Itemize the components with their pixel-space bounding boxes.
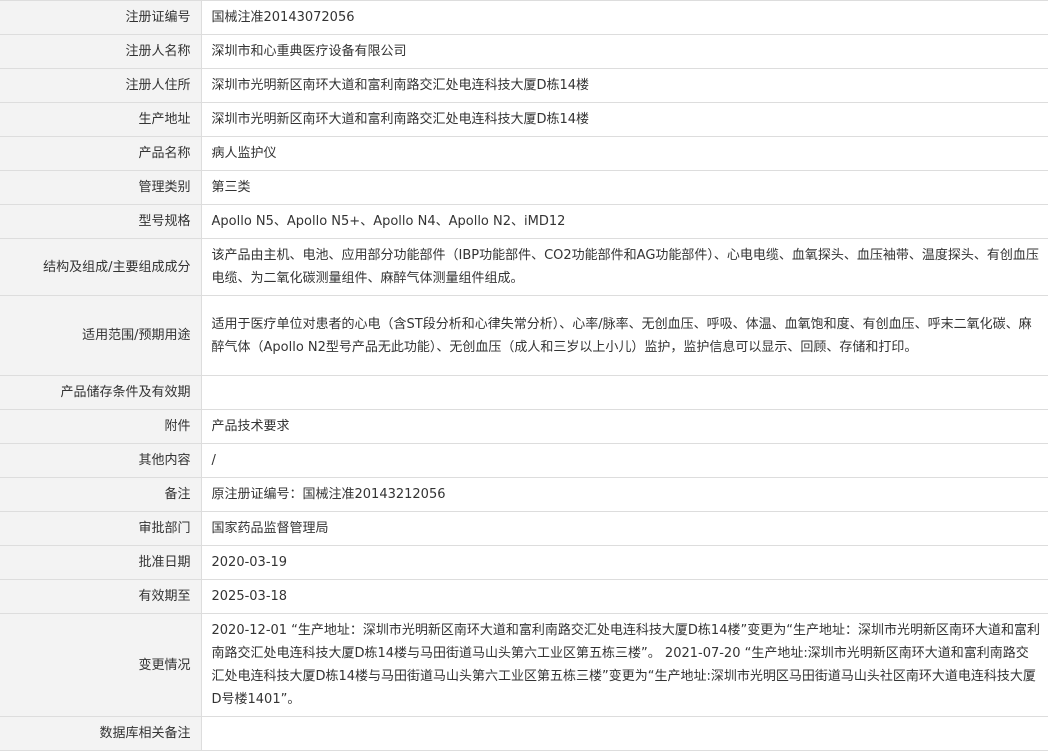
field-label: 附件	[0, 409, 202, 444]
table-row-approval-department: 审批部门 国家药品监督管理局	[0, 511, 1048, 546]
field-label: 注册证编号	[0, 0, 202, 35]
table-row-structure-composition: 结构及组成/主要组成成分 该产品由主机、电池、应用部分功能部件（IBP功能部件、…	[0, 238, 1048, 296]
field-label: 其他内容	[0, 443, 202, 478]
field-value: 国家药品监督管理局	[201, 511, 1048, 546]
field-label: 注册人名称	[0, 34, 202, 69]
field-label: 备注	[0, 477, 202, 512]
field-value: 该产品由主机、电池、应用部分功能部件（IBP功能部件、CO2功能部件和AG功能部…	[201, 238, 1048, 296]
field-label: 产品名称	[0, 136, 202, 171]
field-label: 型号规格	[0, 204, 202, 239]
table-row-attachment: 附件 产品技术要求	[0, 409, 1048, 444]
field-value: 病人监护仪	[201, 136, 1048, 171]
field-label: 管理类别	[0, 170, 202, 205]
field-label: 批准日期	[0, 545, 202, 580]
field-value: 深圳市光明新区南环大道和富利南路交汇处电连科技大厦D栋14楼	[201, 68, 1048, 103]
table-row-valid-until: 有效期至 2025-03-18	[0, 579, 1048, 614]
field-label: 产品储存条件及有效期	[0, 375, 202, 410]
table-row-intended-use: 适用范围/预期用途 适用于医疗单位对患者的心电（含ST段分析和心律失常分析）、心…	[0, 295, 1048, 376]
field-label: 适用范围/预期用途	[0, 295, 202, 376]
table-row-approval-date: 批准日期 2020-03-19	[0, 545, 1048, 580]
table-row-remarks: 备注 原注册证编号：国械注准20143212056	[0, 477, 1048, 512]
table-row-change-history: 变更情况 2020-12-01 “生产地址：深圳市光明新区南环大道和富利南路交汇…	[0, 613, 1048, 717]
field-value: 2020-12-01 “生产地址：深圳市光明新区南环大道和富利南路交汇处电连科技…	[201, 613, 1048, 717]
table-row-other-content: 其他内容 /	[0, 443, 1048, 478]
table-row-registration-number: 注册证编号 国械注准20143072056	[0, 0, 1048, 35]
field-value: 2020-03-19	[201, 545, 1048, 580]
field-value: /	[201, 443, 1048, 478]
field-value: 深圳市和心重典医疗设备有限公司	[201, 34, 1048, 69]
table-row-storage-validity: 产品储存条件及有效期	[0, 375, 1048, 410]
field-label: 数据库相关备注	[0, 716, 202, 751]
field-value: 2025-03-18	[201, 579, 1048, 614]
field-label: 生产地址	[0, 102, 202, 137]
field-label: 注册人住所	[0, 68, 202, 103]
table-row-registrant-name: 注册人名称 深圳市和心重典医疗设备有限公司	[0, 34, 1048, 69]
field-value: 第三类	[201, 170, 1048, 205]
field-value: 原注册证编号：国械注准20143212056	[201, 477, 1048, 512]
field-value	[201, 375, 1048, 410]
table-row-database-remarks: 数据库相关备注	[0, 716, 1048, 751]
field-label: 结构及组成/主要组成成分	[0, 238, 202, 296]
table-row-product-name: 产品名称 病人监护仪	[0, 136, 1048, 171]
table-row-management-category: 管理类别 第三类	[0, 170, 1048, 205]
field-label: 审批部门	[0, 511, 202, 546]
table-row-production-address: 生产地址 深圳市光明新区南环大道和富利南路交汇处电连科技大厦D栋14楼	[0, 102, 1048, 137]
field-value: 产品技术要求	[201, 409, 1048, 444]
registration-detail-table: 注册证编号 国械注准20143072056 注册人名称 深圳市和心重典医疗设备有…	[0, 0, 1048, 751]
field-value: Apollo N5、Apollo N5+、Apollo N4、Apollo N2…	[201, 204, 1048, 239]
table-row-registrant-address: 注册人住所 深圳市光明新区南环大道和富利南路交汇处电连科技大厦D栋14楼	[0, 68, 1048, 103]
field-label: 有效期至	[0, 579, 202, 614]
field-value: 深圳市光明新区南环大道和富利南路交汇处电连科技大厦D栋14楼	[201, 102, 1048, 137]
table-row-model-spec: 型号规格 Apollo N5、Apollo N5+、Apollo N4、Apol…	[0, 204, 1048, 239]
field-value: 国械注准20143072056	[201, 0, 1048, 35]
field-value	[201, 716, 1048, 751]
field-label: 变更情况	[0, 613, 202, 717]
field-value: 适用于医疗单位对患者的心电（含ST段分析和心律失常分析）、心率/脉率、无创血压、…	[201, 295, 1048, 376]
